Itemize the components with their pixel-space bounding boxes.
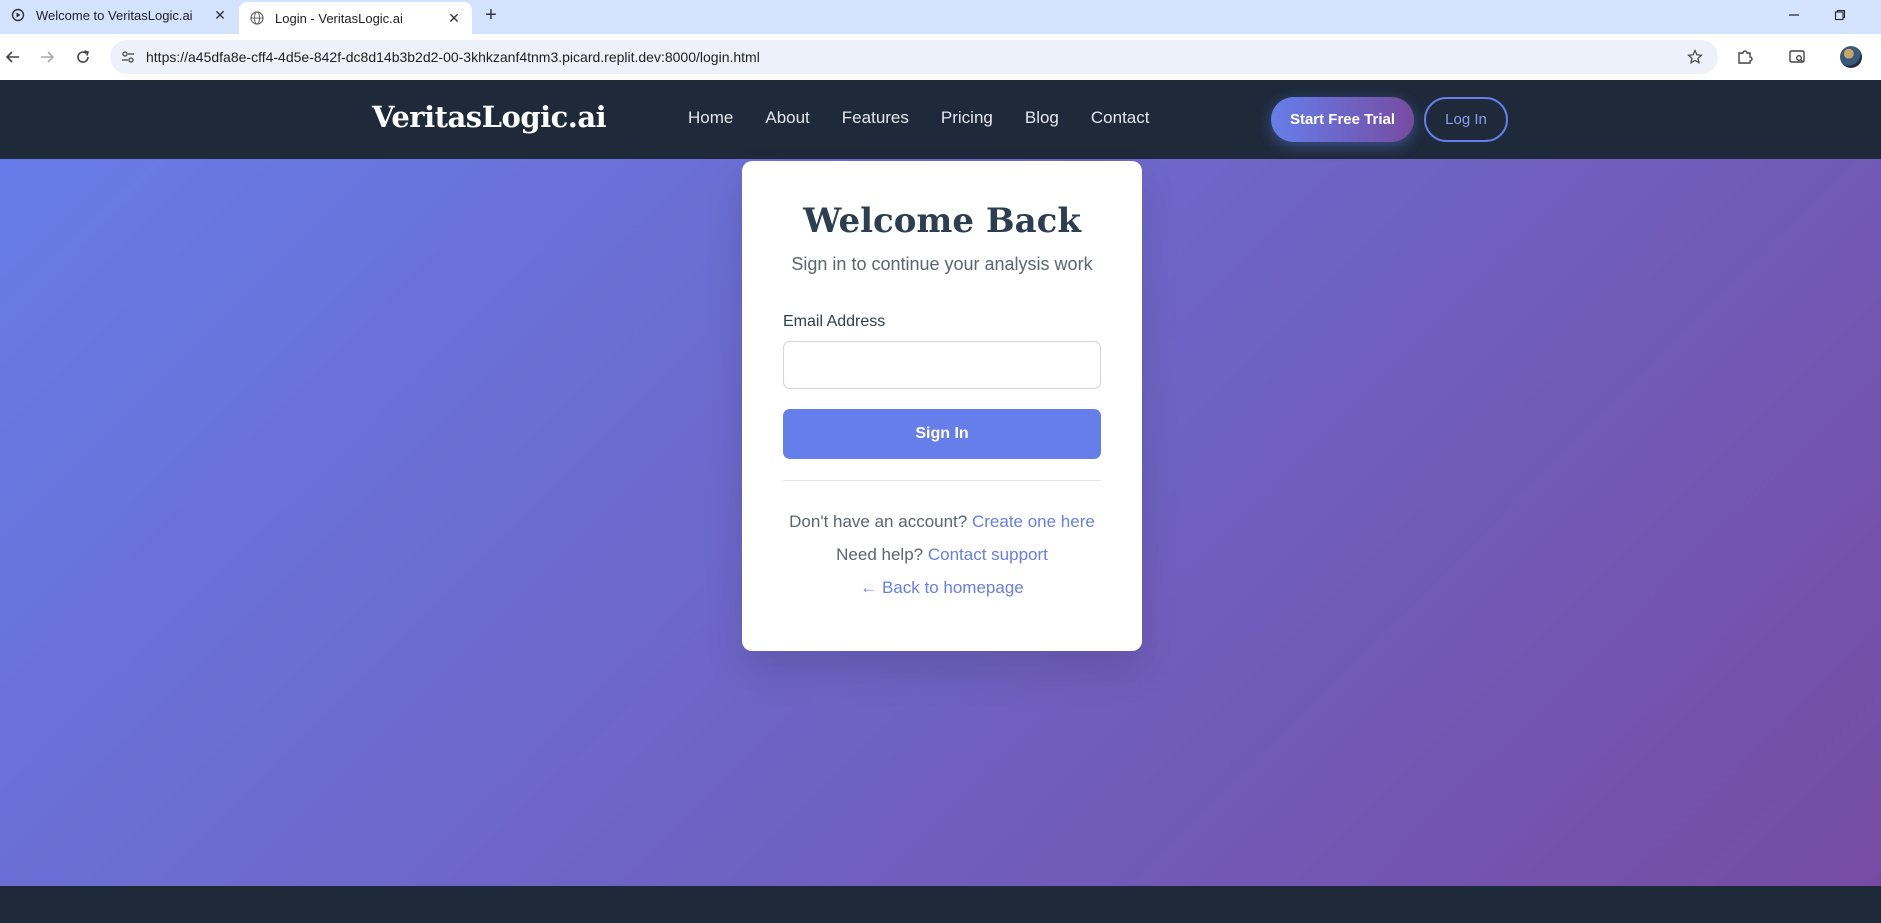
extensions-puzzle-icon[interactable] [1732, 44, 1758, 70]
nav-link-home[interactable]: Home [688, 108, 733, 128]
help-row: Need help? Contact support [742, 545, 1142, 565]
login-subtitle: Sign in to continue your analysis work [791, 254, 1093, 274]
tab-title: Welcome to VeritasLogic.ai [36, 7, 193, 23]
email-field[interactable] [783, 341, 1101, 389]
new-tab-icon[interactable]: + [480, 4, 502, 26]
browser-tab-welcome[interactable]: Welcome to VeritasLogic.ai ✕ [0, 0, 238, 30]
back-row: ← Back to homepage [742, 578, 1142, 598]
back-arrow-icon[interactable] [0, 44, 26, 70]
tab-search-icon[interactable] [1784, 44, 1810, 70]
nav-link-pricing[interactable]: Pricing [941, 108, 993, 128]
no-account-text: Don't have an account? [789, 512, 968, 531]
login-page: VeritasLogic.ai Home About Features Pric… [0, 80, 1881, 923]
start-free-trial-button[interactable]: Start Free Trial [1271, 97, 1414, 142]
site-header: VeritasLogic.ai Home About Features Pric… [0, 80, 1881, 159]
tab-title: Login - VeritasLogic.ai [275, 10, 403, 26]
nav-link-contact[interactable]: Contact [1091, 108, 1150, 128]
globe-icon [249, 10, 265, 26]
back-to-homepage-link[interactable]: ← Back to homepage [860, 578, 1023, 597]
profile-avatar[interactable] [1840, 46, 1862, 68]
need-help-text: Need help? [836, 545, 924, 564]
create-account-link[interactable]: Create one here [972, 512, 1095, 531]
site-settings-icon[interactable] [116, 45, 140, 69]
nav-link-features[interactable]: Features [842, 108, 909, 128]
divider [783, 480, 1101, 481]
nav-link-blog[interactable]: Blog [1025, 108, 1059, 128]
nav-link-about[interactable]: About [765, 108, 809, 128]
address-bar[interactable]: https://a45dfa8e-cff4-4d5e-842f-dc8d14b3… [110, 40, 1718, 74]
forward-arrow-icon[interactable] [34, 44, 60, 70]
page-title: Welcome Back [803, 201, 1081, 241]
browser-toolbar: https://a45dfa8e-cff4-4d5e-842f-dc8d14b3… [0, 34, 1881, 80]
page-favicon-icon [10, 7, 26, 23]
reload-icon[interactable] [70, 44, 96, 70]
create-account-row: Don't have an account? Create one here [742, 512, 1142, 532]
site-footer [0, 886, 1881, 923]
contact-support-link[interactable]: Contact support [928, 545, 1048, 564]
sign-in-button[interactable]: Sign In [783, 409, 1101, 459]
email-label: Email Address [783, 313, 886, 330]
brand-logo[interactable]: VeritasLogic.ai [372, 100, 607, 134]
browser-tab-strip: Welcome to VeritasLogic.ai ✕ Login - Ver… [0, 0, 1881, 34]
restore-window-icon[interactable] [1820, 2, 1860, 28]
close-tab-icon[interactable]: ✕ [210, 5, 230, 25]
bookmark-star-icon[interactable] [1684, 46, 1706, 68]
close-tab-icon[interactable]: ✕ [444, 8, 464, 28]
minimize-window-icon[interactable] [1774, 2, 1814, 28]
log-in-button[interactable]: Log In [1424, 97, 1508, 142]
browser-tab-login[interactable]: Login - VeritasLogic.ai ✕ [239, 2, 472, 34]
login-card: Welcome Back Sign in to continue your an… [742, 161, 1142, 651]
main-nav: Home About Features Pricing Blog Contact [688, 108, 1181, 128]
url-text[interactable]: https://a45dfa8e-cff4-4d5e-842f-dc8d14b3… [146, 49, 760, 65]
